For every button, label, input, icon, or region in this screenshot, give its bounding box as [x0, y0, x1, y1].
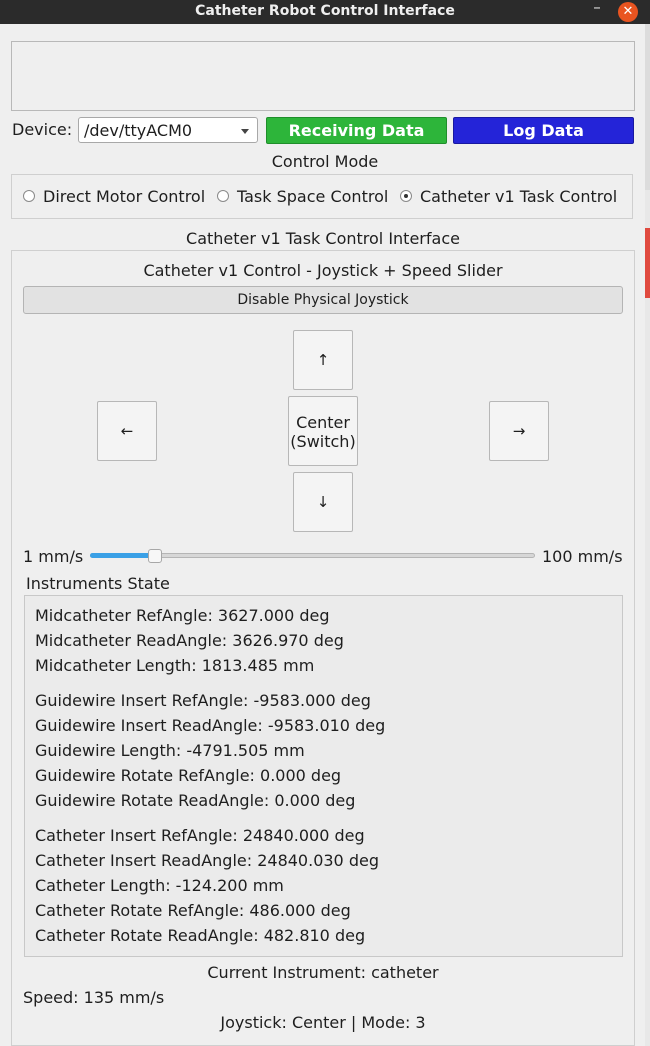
title-bar: Catheter Robot Control Interface – ✕	[0, 0, 650, 24]
window-title: Catheter Robot Control Interface	[195, 3, 455, 19]
speed-slider-fill	[90, 553, 156, 558]
up-arrow-button[interactable]: ↑	[293, 330, 353, 390]
control-mode-label: Control Mode	[271, 152, 379, 171]
disable-physical-joystick-button[interactable]: Disable Physical Joystick	[23, 286, 623, 314]
device-label: Device:	[12, 120, 73, 139]
state-line: Catheter Rotate ReadAngle: 482.810 deg	[35, 926, 366, 945]
state-line: Guidewire Insert ReadAngle: -9583.010 de…	[35, 716, 386, 735]
speed-slider-handle[interactable]	[148, 549, 162, 563]
background-window-edge	[645, 298, 650, 1046]
device-select[interactable]: /dev/ttyACM0	[78, 117, 258, 143]
radio-indicator[interactable]	[23, 190, 35, 202]
minimize-icon[interactable]: –	[588, 0, 606, 20]
state-line: Guidewire Rotate RefAngle: 0.000 deg	[35, 766, 342, 785]
arrow-up-icon: ↑	[316, 351, 330, 369]
radio-label: Catheter v1 Task Control	[420, 187, 618, 206]
down-arrow-button[interactable]: ↓	[293, 472, 353, 532]
state-line: Guidewire Rotate ReadAngle: 0.000 deg	[35, 791, 356, 810]
radio-label: Task Space Control	[237, 187, 389, 206]
state-line: Catheter Rotate RefAngle: 486.000 deg	[35, 901, 351, 920]
state-line: Midcatheter Length: 1813.485 mm	[35, 656, 315, 675]
interface-group-label: Catheter v1 Task Control Interface	[186, 229, 460, 248]
arrow-right-icon: →	[512, 422, 526, 440]
state-line: Catheter Insert RefAngle: 24840.000 deg	[35, 826, 365, 845]
right-arrow-button[interactable]: →	[489, 401, 549, 461]
log-data-button[interactable]: Log Data	[453, 117, 634, 144]
state-line: Guidewire Insert RefAngle: -9583.000 deg	[35, 691, 371, 710]
state-line: Midcatheter RefAngle: 3627.000 deg	[35, 606, 330, 625]
instruments-state-label: Instruments State	[26, 574, 170, 593]
state-line: Guidewire Length: -4791.505 mm	[35, 741, 305, 760]
slider-max-label: 100 mm/s	[542, 547, 623, 566]
state-line: Midcatheter ReadAngle: 3626.970 deg	[35, 631, 344, 650]
left-arrow-button[interactable]: ←	[97, 401, 157, 461]
current-instrument-status: Current Instrument: catheter	[207, 963, 439, 982]
receiving-data-button[interactable]: Receiving Data	[266, 117, 447, 144]
radio-indicator-checked[interactable]	[400, 190, 412, 202]
chevron-down-icon	[241, 129, 249, 134]
output-display	[11, 41, 635, 111]
center-button-label: Center	[296, 413, 350, 432]
radio-label: Direct Motor Control	[43, 187, 206, 206]
interface-title: Catheter v1 Control - Joystick + Speed S…	[143, 261, 503, 280]
speed-status: Speed: 135 mm/s	[23, 988, 165, 1007]
arrow-down-icon: ↓	[316, 493, 330, 511]
center-switch-button[interactable]: Center (Switch)	[288, 396, 358, 466]
state-line: Catheter Length: -124.200 mm	[35, 876, 284, 895]
state-line: Catheter Insert ReadAngle: 24840.030 deg	[35, 851, 379, 870]
joystick-mode-status: Joystick: Center | Mode: 3	[220, 1013, 426, 1032]
center-button-sublabel: (Switch)	[290, 432, 356, 451]
arrow-left-icon: ←	[120, 422, 134, 440]
radio-indicator[interactable]	[217, 190, 229, 202]
close-icon[interactable]: ✕	[618, 2, 638, 22]
device-select-value: /dev/ttyACM0	[84, 121, 193, 140]
background-window-edge	[645, 190, 650, 228]
slider-min-label: 1 mm/s	[23, 547, 84, 566]
